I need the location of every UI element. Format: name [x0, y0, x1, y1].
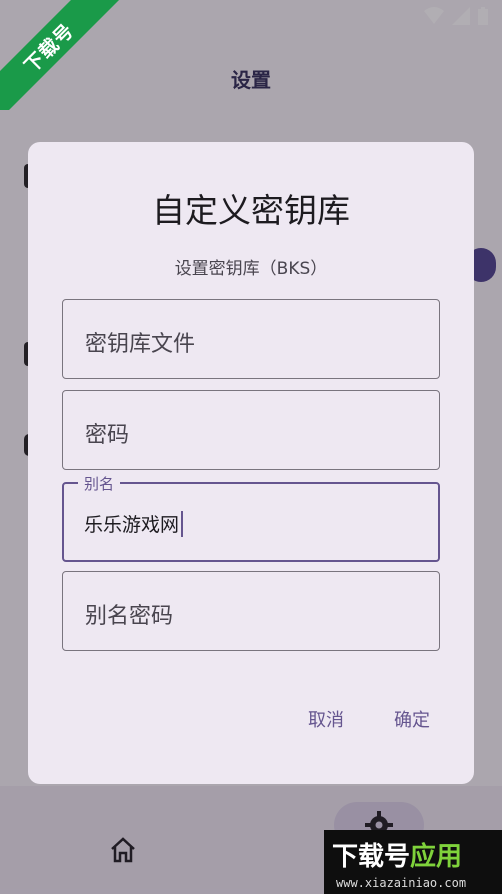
alias-field[interactable]: 别名 乐乐游戏网	[62, 473, 440, 562]
watermark-badge: 下载号应用 www.xiazainiao.com	[324, 830, 502, 894]
alias-value: 乐乐游戏网	[84, 514, 180, 536]
badge-title-part1: 下载号	[332, 842, 411, 872]
dialog-actions: 取消 确定	[308, 706, 430, 732]
text-cursor	[181, 510, 184, 537]
keystore-file-placeholder: 密钥库文件	[85, 332, 196, 357]
watermark-badge-title: 下载号应用	[332, 836, 462, 873]
alias-password-field[interactable]: 别名密码	[62, 571, 440, 651]
alias-value-wrap: 乐乐游戏网	[84, 510, 184, 537]
password-field[interactable]: 密码	[62, 390, 440, 470]
password-placeholder: 密码	[85, 423, 130, 448]
alias-password-placeholder: 别名密码	[85, 604, 174, 629]
keystore-file-field[interactable]: 密钥库文件	[62, 299, 440, 379]
custom-keystore-dialog: 自定义密钥库 设置密钥库（BKS） 密钥库文件 密码 别名 乐乐游戏网 别名密码…	[28, 142, 474, 784]
watermark-banner: 下载号	[0, 0, 130, 110]
cancel-button[interactable]: 取消	[308, 706, 344, 732]
dialog-subtitle: 设置密钥库（BKS）	[174, 259, 328, 279]
badge-title-part2: 应用	[410, 842, 463, 872]
dialog-title: 自定义密钥库	[152, 191, 350, 230]
alias-label: 别名	[78, 473, 121, 494]
confirm-button[interactable]: 确定	[394, 706, 430, 732]
watermark-badge-url: www.xiazainiao.com	[336, 876, 467, 890]
watermark-banner-text: 下载号	[0, 0, 130, 110]
